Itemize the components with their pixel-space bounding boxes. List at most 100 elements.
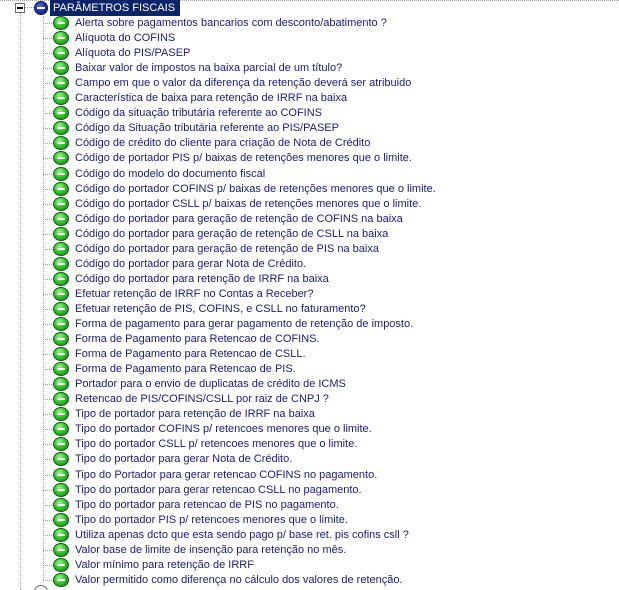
tree-item[interactable]: Alíquota do PIS/PASEP [0, 46, 619, 61]
tree-item-label[interactable]: Alerta sobre pagamentos bancarios com de… [75, 16, 387, 31]
tree-item-label[interactable]: Código do modelo do documento fiscal [75, 167, 265, 182]
tree-item-label[interactable]: Efetuar retenção de IRRF no Contas a Rec… [75, 287, 313, 302]
tree-item-label[interactable]: Efetuar retenção de PIS, COFINS, e CSLL … [75, 302, 366, 317]
tree-item-label[interactable]: Tipo do portador para gerar Nota de Créd… [75, 452, 292, 467]
tree-connector [43, 459, 52, 460]
tree-item[interactable]: Tipo do Portador para gerar retencao COF… [0, 468, 619, 483]
tree-item-label[interactable]: Código do portador para geração de reten… [75, 227, 388, 242]
tree-item[interactable]: Característica de baixa para retenção de… [0, 91, 619, 106]
tree-item-label[interactable]: Alíquota do PIS/PASEP [75, 46, 190, 61]
parameter-item-icon [53, 407, 69, 421]
tree-item[interactable]: Tipo do portador para gerar Nota de Créd… [0, 452, 619, 467]
tree-item[interactable]: Forma de Pagamento para Retencao de PIS. [0, 362, 619, 377]
tree-item-label[interactable]: Forma de Pagamento para Retencao de PIS. [75, 362, 296, 377]
tree-item-label[interactable]: Forma de Pagamento para Retencao de COFI… [75, 332, 320, 347]
tree-item[interactable]: Alerta sobre pagamentos bancarios com de… [0, 16, 619, 31]
tree-item[interactable]: Valor permitido como diferença no cálcul… [0, 573, 619, 588]
parameter-item-icon [53, 106, 69, 120]
tree-item-label[interactable]: Código do portador para geração de reten… [75, 212, 403, 227]
tree-item[interactable]: Efetuar retenção de PIS, COFINS, e CSLL … [0, 302, 619, 317]
tree-item[interactable]: Código do portador para retenção de IRRF… [0, 272, 619, 287]
tree-node-parametros-fiscais[interactable]: PARÂMETROS FISCAIS [0, 0, 619, 17]
tree-item[interactable]: Utiliza apenas dcto que esta sendo pago … [0, 528, 619, 543]
tree-item-label[interactable]: Campo em que o valor da diferença da ret… [75, 76, 411, 91]
tree-item-label[interactable]: Código do portador CSLL p/ baixas de ret… [75, 197, 421, 212]
tree-item-label[interactable]: Tipo do portador para gerar retencao CSL… [75, 483, 362, 498]
tree-item[interactable]: Tipo do portador para retencao de PIS no… [0, 498, 619, 513]
tree-connector [43, 520, 52, 521]
tree-item-label[interactable]: Tipo de portador para retenção de IRRF n… [75, 407, 315, 422]
tree-item[interactable]: Código do modelo do documento fiscal [0, 167, 619, 182]
tree-node-label-selected[interactable]: PARÂMETROS FISCAIS [50, 0, 181, 16]
tree-connector [43, 98, 52, 99]
tree-item-label[interactable]: Código de portador PIS p/ baixas de rete… [75, 151, 412, 166]
parameter-tree: PARÂMETROS FISCAIS Alerta sobre pagament… [0, 0, 619, 590]
category-node-icon [34, 1, 48, 15]
parameter-item-icon [53, 61, 69, 75]
tree-item[interactable]: Tipo do portador PIS p/ retencoes menore… [0, 513, 619, 528]
tree-item[interactable]: Portador para o envio de duplicatas de c… [0, 377, 619, 392]
tree-item[interactable]: Forma de Pagamento para Retencao de COFI… [0, 332, 619, 347]
tree-item-label[interactable]: Tipo do portador para retencao de PIS no… [75, 498, 339, 513]
tree-item-label[interactable]: Código da Situação tributária referente … [75, 121, 339, 136]
tree-item-label[interactable]: Forma de pagamento para gerar pagamento … [75, 317, 413, 332]
tree-item-label[interactable]: Utiliza apenas dcto que esta sendo pago … [75, 528, 409, 543]
tree-item[interactable]: Código de portador PIS p/ baixas de rete… [0, 151, 619, 166]
tree-item[interactable]: Campo em que o valor da diferença da ret… [0, 76, 619, 91]
tree-item[interactable]: Código do portador para geração de reten… [0, 212, 619, 227]
tree-item-label[interactable]: Código do portador COFINS p/ baixas de r… [75, 182, 436, 197]
tree-item-label[interactable]: Baixar valor de impostos na baixa parcia… [75, 61, 342, 76]
tree-item-label[interactable]: Característica de baixa para retenção de… [75, 91, 347, 106]
tree-item-label[interactable]: Código de crédito do cliente para criaçã… [75, 136, 370, 151]
tree-item[interactable]: Forma de Pagamento para Retencao de CSLL… [0, 347, 619, 362]
tree-item[interactable]: Alíquota do COFINS [0, 31, 619, 46]
tree-connector [43, 580, 52, 581]
tree-item[interactable]: Código do portador COFINS p/ baixas de r… [0, 182, 619, 197]
tree-item[interactable]: Código da Situação tributária referente … [0, 121, 619, 136]
tree-item[interactable]: Valor mínimo para retenção de IRRF [0, 558, 619, 573]
tree-item-label[interactable]: Tipo do portador COFINS p/ retencoes men… [75, 422, 372, 437]
tree-item-label[interactable]: Retencao de PIS/COFINS/CSLL por raiz de … [75, 392, 329, 407]
tree-item-label[interactable]: Portador para o envio de duplicatas de c… [75, 377, 346, 392]
tree-item[interactable]: Tipo do portador CSLL p/ retencoes menor… [0, 437, 619, 452]
tree-item-label[interactable]: Código do portador para gerar Nota de Cr… [75, 257, 306, 272]
tree-item[interactable]: Código do portador para geração de reten… [0, 227, 619, 242]
tree-item-label[interactable]: Tipo do Portador para gerar retencao COF… [75, 468, 377, 483]
tree-item[interactable]: Valor base de limite de insenção para re… [0, 543, 619, 558]
tree-item-label[interactable]: Tipo do portador PIS p/ retencoes menore… [75, 513, 348, 528]
parameter-item-icon [53, 31, 69, 45]
tree-item-label[interactable]: Valor permitido como diferença no cálcul… [75, 573, 403, 588]
tree-item-label[interactable]: Código da situação tributária referente … [75, 106, 322, 121]
tree-item-label[interactable]: Código do portador para geração de reten… [75, 242, 379, 257]
tree-item[interactable]: Forma de pagamento para gerar pagamento … [0, 317, 619, 332]
tree-item-label[interactable]: Tipo do portador CSLL p/ retencoes menor… [75, 437, 357, 452]
tree-connector [43, 399, 52, 400]
parameter-item-icon [53, 151, 69, 165]
tree-item[interactable]: Código do portador para gerar Nota de Cr… [0, 257, 619, 272]
parameter-item-icon [53, 558, 69, 572]
tree-item-label[interactable]: Alíquota do COFINS [75, 31, 175, 46]
tree-item[interactable]: Efetuar retenção de IRRF no Contas a Rec… [0, 287, 619, 302]
tree-item[interactable]: Código da situação tributária referente … [0, 106, 619, 121]
tree-connector [43, 369, 52, 370]
tree-connector [43, 309, 52, 310]
tree-item[interactable]: Tipo de portador para retenção de IRRF n… [0, 407, 619, 422]
tree-item[interactable]: Código do portador para geração de reten… [0, 242, 619, 257]
tree-item[interactable]: Código de crédito do cliente para criaçã… [0, 136, 619, 151]
tree-connector [43, 143, 52, 144]
tree-item-label[interactable]: Forma de Pagamento para Retencao de CSLL… [75, 347, 306, 362]
parameter-item-icon [53, 392, 69, 406]
tree-item[interactable]: Baixar valor de impostos na baixa parcia… [0, 61, 619, 76]
parameter-item-icon [53, 513, 69, 527]
parameter-item-icon [53, 272, 69, 286]
collapse-toggle-icon[interactable] [15, 3, 25, 13]
parameter-item-icon [53, 302, 69, 316]
tree-connector [25, 7, 34, 8]
tree-item-label[interactable]: Valor mínimo para retenção de IRRF [75, 558, 254, 573]
tree-item-label[interactable]: Valor base de limite de insenção para re… [75, 543, 346, 558]
tree-item[interactable]: Tipo do portador para gerar retencao CSL… [0, 483, 619, 498]
tree-item[interactable]: Código do portador CSLL p/ baixas de ret… [0, 197, 619, 212]
tree-item[interactable]: Tipo do portador COFINS p/ retencoes men… [0, 422, 619, 437]
tree-item-label[interactable]: Código do portador para retenção de IRRF… [75, 272, 329, 287]
tree-item[interactable]: Retencao de PIS/COFINS/CSLL por raiz de … [0, 392, 619, 407]
